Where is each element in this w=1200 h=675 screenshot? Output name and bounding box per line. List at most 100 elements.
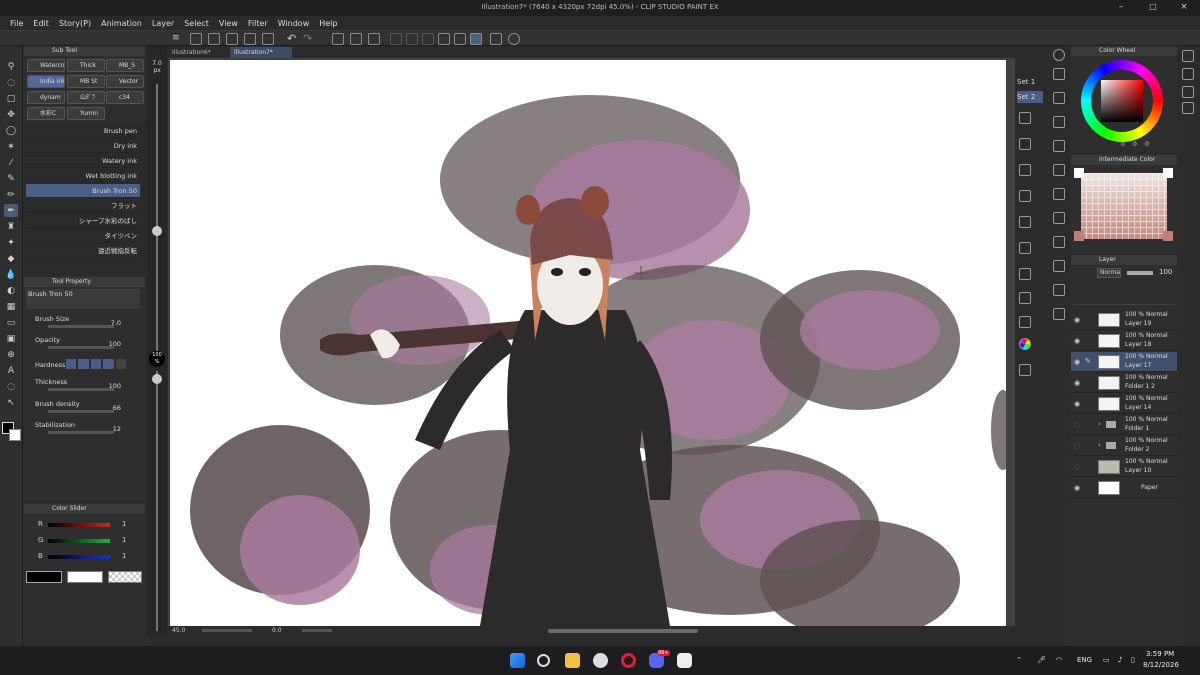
save-icon[interactable]	[226, 33, 238, 45]
main-color-chip[interactable]	[26, 571, 62, 583]
saturation-value-square[interactable]	[1101, 80, 1143, 122]
blue-slider[interactable]	[48, 555, 110, 559]
move-tool-icon[interactable]: ◌	[4, 76, 18, 89]
panel-icon[interactable]	[1182, 68, 1194, 80]
brush-size-slider[interactable]	[48, 325, 114, 328]
chevron-right-icon[interactable]: ›	[1098, 441, 1101, 449]
visibility-eye-icon[interactable]: ◉	[1074, 400, 1082, 408]
subtool-tab[interactable]: Yumin	[67, 107, 105, 120]
minimize-button[interactable]: –	[1115, 2, 1127, 13]
brush-item[interactable]: Watery ink	[26, 154, 140, 168]
frame-icon[interactable]: ▣	[4, 332, 18, 345]
visibility-eye-icon[interactable]: ◉	[1074, 337, 1082, 345]
brush-item[interactable]: Brush Tron 50	[26, 184, 140, 198]
layer-row[interactable]: ◉ 100 % Normal Layer 18	[1071, 331, 1177, 351]
display-icon[interactable]: ▭	[1103, 656, 1110, 664]
item-bank-icon[interactable]	[1053, 164, 1065, 176]
share-icon[interactable]	[1019, 316, 1031, 328]
layer-name[interactable]: Paper	[1141, 484, 1158, 491]
airbrush-icon[interactable]: ♜	[4, 220, 18, 233]
brush-item[interactable]: Dry ink	[26, 139, 140, 153]
clock-date[interactable]: 8/12/2026	[1143, 661, 1179, 669]
brush-item[interactable]: Wet blotting ink	[26, 169, 140, 183]
close-button[interactable]: ×	[1178, 2, 1190, 13]
subtool-tab[interactable]: c34	[106, 91, 144, 104]
layer-name[interactable]: Layer 10	[1125, 467, 1151, 474]
menu-edit[interactable]: Edit	[28, 19, 54, 28]
stabilization-slider[interactable]	[48, 431, 114, 434]
correct-line-icon[interactable]: ↖	[4, 396, 18, 409]
sub-color-chip[interactable]	[67, 571, 103, 583]
animation-cels-icon[interactable]	[1019, 190, 1031, 202]
chevron-right-icon[interactable]: ›	[1098, 420, 1101, 428]
subtool-tab[interactable]: 山ﾀﾞﾗ	[67, 91, 105, 104]
language-indicator[interactable]: ENG	[1077, 656, 1092, 664]
blend-mode-select[interactable]: Normal	[1097, 268, 1121, 278]
green-slider[interactable]	[48, 539, 110, 543]
artist-icon[interactable]	[1053, 212, 1065, 224]
auto-action-icon[interactable]	[1019, 164, 1031, 176]
menu-filter[interactable]: Filter	[243, 19, 273, 28]
red-slider[interactable]	[48, 523, 110, 527]
crop-icon[interactable]	[406, 33, 418, 45]
print-icon[interactable]	[244, 33, 256, 45]
menu-window[interactable]: Window	[273, 19, 315, 28]
battery-icon[interactable]: ▯	[1131, 656, 1135, 664]
fill-icon[interactable]	[332, 33, 344, 45]
subtool-tab[interactable]: dynam	[27, 91, 65, 104]
transparent-color-chip[interactable]	[108, 571, 142, 583]
layer-name[interactable]: Folder 1 2	[1125, 383, 1155, 390]
channel-value[interactable]: 1	[122, 536, 126, 544]
channel-value[interactable]: 1	[122, 552, 126, 560]
wifi-icon[interactable]: ◠	[1056, 656, 1062, 664]
brush-item[interactable]: シャープ水彩のばし	[26, 214, 140, 228]
layer-name[interactable]: Layer 17	[1125, 362, 1151, 369]
brush-item[interactable]: 遠近戦指反転	[26, 244, 140, 258]
layer-row[interactable]: ◉ 100 % Normal Layer 14	[1071, 394, 1177, 414]
layer-search-icon[interactable]	[1053, 188, 1065, 200]
layer-row[interactable]: ◌ 100 % Normal Layer 10	[1071, 457, 1177, 477]
companion-icon[interactable]	[508, 33, 520, 45]
visibility-eye-icon[interactable]: ◉	[1074, 316, 1082, 324]
file-explorer-icon[interactable]	[565, 653, 580, 668]
material-icon[interactable]	[1053, 116, 1065, 128]
menu-select[interactable]: Select	[179, 19, 214, 28]
approx-color-icon[interactable]	[1053, 260, 1065, 272]
pen-pressure-icon[interactable]	[454, 33, 466, 45]
ruler-tool-icon[interactable]: ⊕	[4, 348, 18, 361]
clear-icon[interactable]	[422, 33, 434, 45]
open-file-icon[interactable]	[208, 33, 220, 45]
palette-icon[interactable]	[1019, 292, 1031, 304]
paper-layer-row[interactable]: ◉ Paper	[1071, 478, 1177, 498]
maximize-button[interactable]: □	[1147, 2, 1159, 13]
corner-color-swatch[interactable]	[1074, 168, 1084, 178]
layer-row[interactable]: ◉ 100 % Normal Layer 19	[1071, 310, 1177, 330]
navigator-icon[interactable]	[1053, 49, 1065, 61]
lasso-icon[interactable]: ◯	[4, 124, 18, 137]
chevron-up-icon[interactable]: ⌃	[1016, 656, 1022, 664]
brush-size-handle[interactable]	[152, 226, 162, 236]
panel-icon[interactable]	[1182, 86, 1194, 98]
move-layer-icon[interactable]: ✥	[4, 108, 18, 121]
opacity-handle[interactable]	[152, 374, 162, 384]
doc-tab-active[interactable]: Illustration7*	[230, 47, 292, 58]
brush-tool-icon[interactable]: ✒	[4, 204, 18, 217]
fill-tool-icon[interactable]: ◐	[4, 284, 18, 297]
eyedropper-icon[interactable]: ⁄	[4, 156, 18, 169]
menu-animation[interactable]: Animation	[96, 19, 147, 28]
layer-opacity-value[interactable]: 100	[1159, 268, 1172, 276]
app-icon[interactable]	[593, 653, 608, 668]
corner-color-swatch[interactable]	[1163, 231, 1173, 241]
visibility-eye-icon[interactable]: ◉	[1074, 358, 1082, 366]
balloon-icon[interactable]: ◌	[4, 380, 18, 393]
magic-wand-icon[interactable]: ✶	[4, 140, 18, 153]
layer-name[interactable]: Layer 14	[1125, 404, 1151, 411]
text-panel-icon[interactable]	[1019, 364, 1031, 376]
layer-row-selected[interactable]: ◉ ✎ 100 % Normal Layer 17	[1071, 352, 1177, 372]
brush-item[interactable]: Brush pen	[26, 124, 140, 138]
zoom-slider[interactable]	[202, 629, 252, 632]
menu-help[interactable]: Help	[314, 19, 342, 28]
channel-value[interactable]: 1	[122, 520, 126, 528]
undo-icon[interactable]: ↶	[287, 32, 296, 45]
menu-layer[interactable]: Layer	[147, 19, 179, 28]
